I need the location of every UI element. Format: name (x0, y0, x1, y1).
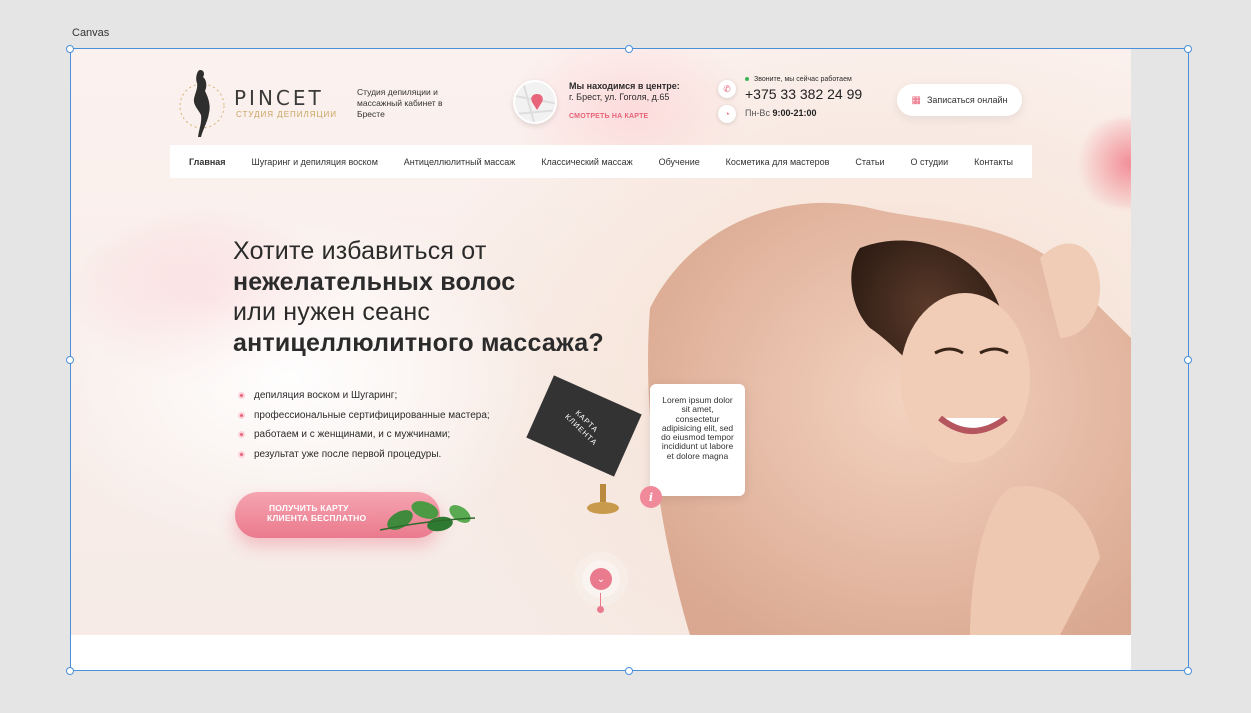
working-hours: Пн-Вс 9:00-21:00 (745, 108, 817, 118)
list-item: результат уже после первой процедуры. (238, 445, 490, 465)
phone-number[interactable]: +375 33 382 24 99 (745, 86, 862, 102)
resize-handle-bottom[interactable] (625, 667, 633, 675)
phone-icon: ✆ (718, 80, 736, 98)
scroll-down-button[interactable]: ⌄ (590, 568, 612, 590)
headline-line-2: нежелательных волос (233, 267, 516, 296)
card-stand-icon (587, 484, 619, 514)
nav-item-training[interactable]: Обучение (659, 157, 700, 167)
artboard[interactable]: PINCET СТУДИЯ ДЕПИЛЯЦИИ Студия депиляции… (70, 48, 1131, 671)
map-thumbnail[interactable] (513, 80, 557, 124)
nav-item-classic-massage[interactable]: Классический массаж (541, 157, 632, 167)
headline-line-4: антицеллюлитного массажа? (233, 328, 604, 357)
canvas-label: Canvas (72, 27, 110, 39)
hours-value: 9:00-21:00 (772, 108, 817, 118)
logo-figure-icon (179, 70, 225, 137)
logo-name: PINCET (234, 85, 324, 110)
logo-subtitle: СТУДИЯ ДЕПИЛЯЦИИ (236, 109, 337, 119)
calendar-icon: ▦ (911, 94, 921, 106)
nav-item-home[interactable]: Главная (189, 157, 226, 167)
leaves-icon (379, 501, 476, 532)
benefits-list: депиляция воском и Шугаринг; профессиона… (238, 386, 490, 464)
nav-item-anticellulite[interactable]: Антицеллюлитный массаж (404, 157, 516, 167)
resize-handle-bottom-left[interactable] (66, 667, 74, 675)
logo[interactable]: PINCET СТУДИЯ ДЕПИЛЯЦИИ (178, 66, 337, 138)
address-title: Мы находимся в центре: (569, 81, 680, 91)
nav-item-cosmetics[interactable]: Косметика для мастеров (726, 157, 830, 167)
nav-item-about[interactable]: О студии (910, 157, 948, 167)
address-line: г. Брест, ул. Гоголя, д.65 (569, 92, 670, 102)
hero-headline: Хотите избавиться от нежелательных волос… (233, 236, 604, 358)
nav-item-articles[interactable]: Статьи (855, 157, 884, 167)
nav-item-sugaring[interactable]: Шугаринг и депиляция воском (251, 157, 377, 167)
address-block: Мы находимся в центре: г. Брест, ул. Гог… (569, 81, 680, 122)
resize-handle-right[interactable] (1184, 356, 1192, 364)
book-online-label: Записаться онлайн (926, 95, 1008, 105)
main-nav: Главная Шугаринг и депиляция воском Анти… (170, 145, 1032, 178)
hours-label: Пн-Вс (745, 108, 770, 118)
list-item: профессиональные сертифицированные масте… (238, 406, 490, 426)
info-tooltip: Lorem ipsum dolor sit amet, consectetur … (650, 384, 745, 496)
headline-line-1: Хотите избавиться от (233, 237, 487, 265)
info-icon[interactable]: i (640, 486, 662, 508)
next-section-strip (70, 635, 1131, 671)
chevron-down-icon: ⌄ (596, 573, 606, 585)
resize-handle-top[interactable] (625, 45, 633, 53)
tagline: Студия депиляции и массажный кабинет в Б… (357, 87, 443, 119)
phone-status: Звоните, мы сейчас работаем (745, 76, 852, 83)
resize-handle-left[interactable] (66, 356, 74, 364)
scroll-line (600, 593, 601, 607)
resize-handle-top-left[interactable] (66, 45, 74, 53)
scroll-dot (597, 606, 604, 613)
list-item: депиляция воском и Шугаринг; (238, 386, 490, 406)
book-online-button[interactable]: ▦ Записаться онлайн (897, 84, 1022, 116)
list-item: работаем и с женщинами, и с мужчинами; (238, 425, 490, 445)
resize-handle-bottom-right[interactable] (1184, 667, 1192, 675)
resize-handle-top-right[interactable] (1184, 45, 1192, 53)
nav-item-contacts[interactable]: Контакты (974, 157, 1013, 167)
map-link[interactable]: СМОТРЕТЬ НА КАРТЕ (569, 111, 680, 122)
headline-line-3: или нужен сеанс (233, 298, 431, 326)
clock-icon: ◔ (718, 105, 736, 123)
